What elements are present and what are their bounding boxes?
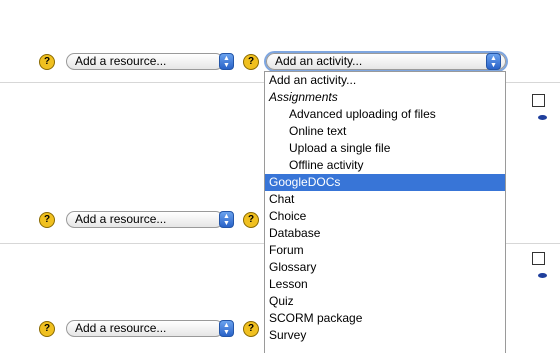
add-resource-select[interactable]: Add a resource... — [66, 211, 224, 228]
dropdown-option[interactable]: Lesson — [265, 276, 505, 293]
select-stepper-icon[interactable]: ▲ ▼ — [219, 320, 234, 337]
select-stepper-icon[interactable]: ▲ ▼ — [219, 53, 234, 70]
eye-icon[interactable] — [538, 115, 547, 120]
dropdown-option[interactable]: Survey — [265, 327, 505, 344]
dropdown-option[interactable]: Chat — [265, 191, 505, 208]
dropdown-option[interactable]: Glossary — [265, 259, 505, 276]
section-checkbox[interactable] — [532, 252, 545, 265]
dropdown-option[interactable]: Offline activity — [265, 157, 505, 174]
dropdown-option[interactable]: Quiz — [265, 293, 505, 310]
activity-dropdown-list[interactable]: Add an activity... Assignments Advanced … — [264, 71, 506, 353]
add-resource-select[interactable]: Add a resource... — [66, 53, 224, 70]
help-icon[interactable]: ? — [243, 212, 259, 228]
eye-icon[interactable] — [538, 273, 547, 278]
dropdown-option[interactable]: Advanced uploading of files — [265, 106, 505, 123]
add-resource-select[interactable]: Add a resource... — [66, 320, 224, 337]
dropdown-option[interactable]: Database — [265, 225, 505, 242]
dropdown-option[interactable]: Choice — [265, 208, 505, 225]
dropdown-group-label: Assignments — [269, 90, 338, 104]
help-icon[interactable]: ? — [243, 54, 259, 70]
add-activity-select[interactable]: Add an activity... — [266, 53, 506, 70]
dropdown-option-selected[interactable]: GoogleDOCs — [265, 174, 505, 191]
dropdown-option[interactable]: SCORM package — [265, 310, 505, 327]
section-checkbox[interactable] — [532, 94, 545, 107]
help-icon[interactable]: ? — [39, 212, 55, 228]
dropdown-option[interactable]: Forum — [265, 242, 505, 259]
select-stepper-icon[interactable]: ▲ ▼ — [486, 53, 501, 70]
help-icon[interactable]: ? — [39, 321, 55, 337]
help-icon[interactable]: ? — [243, 321, 259, 337]
dropdown-option[interactable]: Add an activity... — [265, 72, 505, 89]
dropdown-option[interactable]: Upload a single file — [265, 140, 505, 157]
select-stepper-icon[interactable]: ▲ ▼ — [219, 211, 234, 228]
help-icon[interactable]: ? — [39, 54, 55, 70]
dropdown-option[interactable]: Online text — [265, 123, 505, 140]
